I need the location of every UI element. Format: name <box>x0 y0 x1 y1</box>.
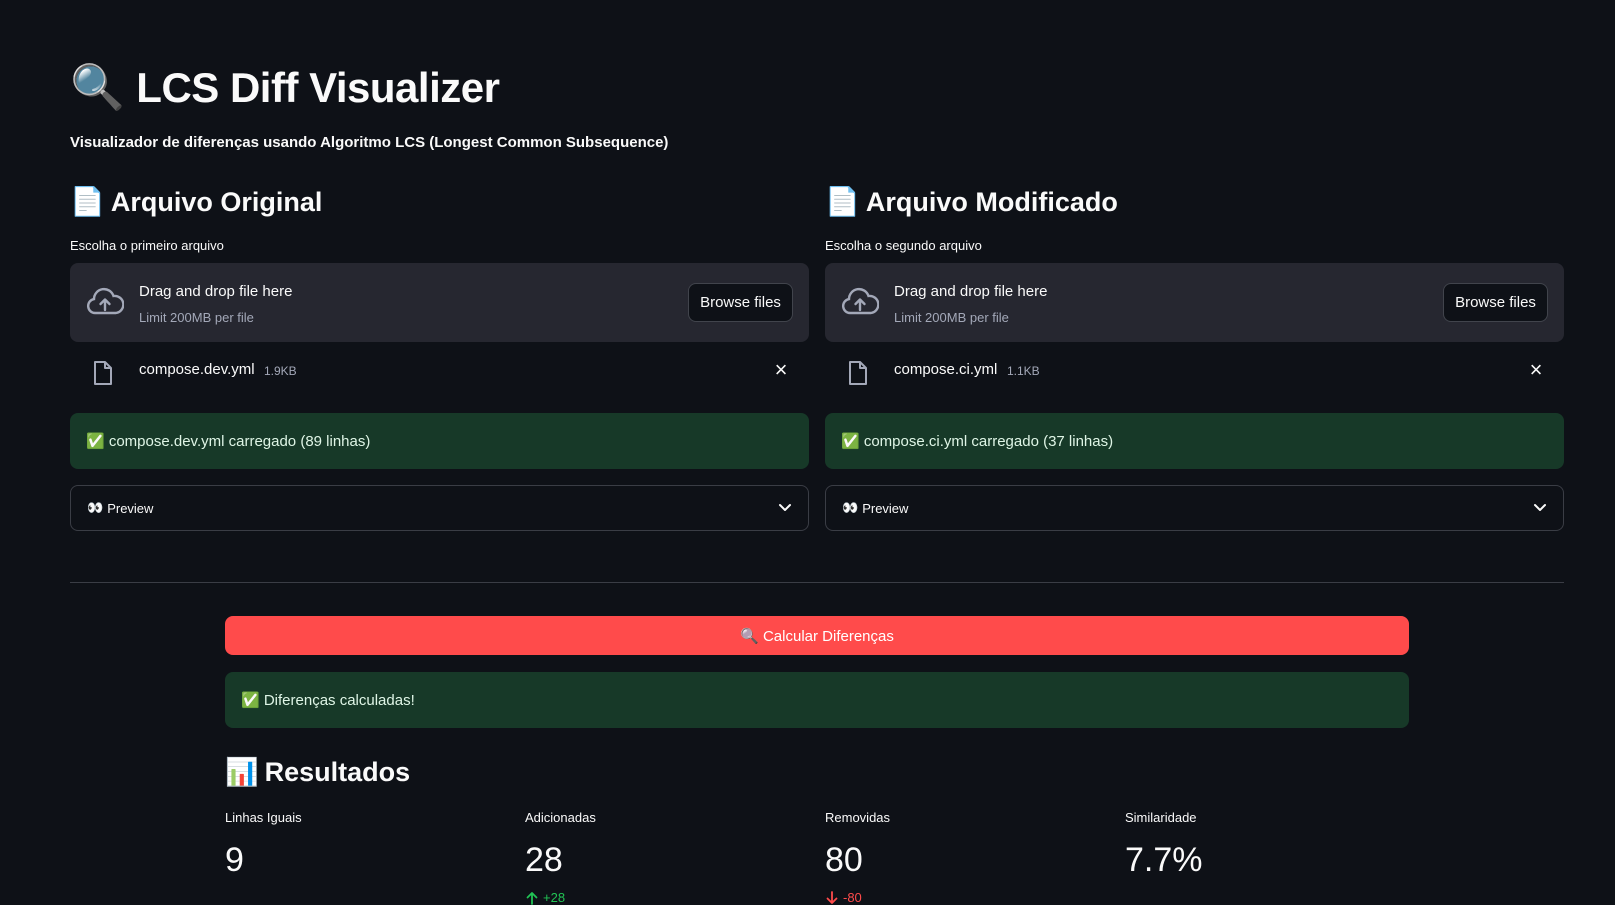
calculated-success-alert: ✅ Diferenças calculadas! <box>225 672 1409 728</box>
page-subtitle: Visualizador de diferenças usando Algori… <box>70 134 669 151</box>
results-heading-text: Resultados <box>264 756 411 787</box>
metric-label: Adicionadas <box>525 810 596 825</box>
modified-drop-limit: Limit 200MB per file <box>894 310 1009 325</box>
modified-preview-text: Preview <box>862 500 909 516</box>
eyes-icon: 👀 <box>842 500 859 515</box>
modified-success-alert: ✅ compose.ci.yml carregado (37 linhas) <box>825 413 1564 469</box>
original-file-name: compose.dev.yml <box>139 361 255 378</box>
original-file-column: 📄 Arquivo Original Escolha o primeiro ar… <box>70 180 809 531</box>
metric-delta: -80 <box>825 890 1105 905</box>
cloud-upload-icon <box>86 287 124 315</box>
metric-similarity: Similaridade 7.7% <box>1125 810 1405 880</box>
metric-label: Similaridade <box>1125 810 1197 825</box>
modified-browse-button[interactable]: Browse files <box>1443 283 1548 322</box>
chevron-down-icon <box>779 504 791 511</box>
original-drop-title: Drag and drop file here <box>139 283 293 300</box>
close-icon[interactable]: × <box>1526 359 1546 381</box>
original-uploader-label: Escolha o primeiro arquivo <box>70 238 224 253</box>
original-preview-label: 👀 Preview <box>87 500 153 516</box>
metric-value: 28 <box>525 841 563 879</box>
modified-uploader-label: Escolha o segundo arquivo <box>825 238 982 253</box>
calculate-differences-button[interactable]: 🔍 Calcular Diferenças <box>225 616 1409 655</box>
modified-drop-title: Drag and drop file here <box>894 283 1048 300</box>
original-heading-text: Arquivo Original <box>110 187 323 217</box>
metric-label: Removidas <box>825 810 891 825</box>
file-icon <box>849 361 867 385</box>
metric-added-lines: Adicionadas 28 +28 <box>525 810 805 905</box>
modified-file-column: 📄 Arquivo Modificado Escolha o segundo a… <box>825 180 1564 531</box>
metric-equal-lines: Linhas Iguais 9 <box>225 810 505 880</box>
original-uploaded-file: compose.dev.yml 1.9KB × <box>70 342 809 404</box>
modified-heading: 📄 Arquivo Modificado <box>825 180 1564 224</box>
original-preview-text: Preview <box>107 500 154 516</box>
original-file-size: 1.9KB <box>264 364 297 378</box>
metric-delta-text: -80 <box>843 890 862 905</box>
cloud-upload-icon <box>841 287 879 315</box>
section-divider <box>70 582 1564 583</box>
original-success-alert: ✅ compose.dev.yml carregado (89 linhas) <box>70 413 809 469</box>
eyes-icon: 👀 <box>87 500 104 515</box>
arrow-down-icon <box>826 890 838 904</box>
original-drop-limit: Limit 200MB per file <box>139 310 254 325</box>
bar-chart-icon: 📊 <box>225 757 259 787</box>
metric-value: 80 <box>825 841 863 879</box>
metric-delta: +28 <box>525 890 805 905</box>
metric-label: Linhas Iguais <box>225 810 302 825</box>
modified-preview-label: 👀 Preview <box>842 500 908 516</box>
metric-value: 7.7% <box>1125 841 1203 879</box>
modified-file-size: 1.1KB <box>1007 364 1040 378</box>
file-icon <box>94 361 112 385</box>
modified-dropzone[interactable]: Drag and drop file here Limit 200MB per … <box>825 263 1564 342</box>
modified-file-name: compose.ci.yml <box>894 361 998 378</box>
metric-removed-lines: Removidas 80 -80 <box>825 810 1105 905</box>
original-browse-button[interactable]: Browse files <box>688 283 793 322</box>
modified-preview-expander[interactable]: 👀 Preview <box>825 485 1564 531</box>
chevron-down-icon <box>1534 504 1546 511</box>
page-title-text: LCS Diff Visualizer <box>136 64 500 111</box>
original-heading: 📄 Arquivo Original <box>70 180 809 224</box>
page-title: 🔍 LCS Diff Visualizer <box>70 58 500 118</box>
metric-delta-text: +28 <box>543 890 566 905</box>
modified-uploaded-file: compose.ci.yml 1.1KB × <box>825 342 1564 404</box>
results-heading: 📊 Resultados <box>225 752 410 792</box>
arrow-up-icon <box>526 891 538 905</box>
close-icon[interactable]: × <box>771 359 791 381</box>
document-icon: 📄 <box>825 186 860 217</box>
document-icon: 📄 <box>70 186 105 217</box>
original-dropzone[interactable]: Drag and drop file here Limit 200MB per … <box>70 263 809 342</box>
metric-value: 9 <box>225 841 244 879</box>
original-preview-expander[interactable]: 👀 Preview <box>70 485 809 531</box>
modified-heading-text: Arquivo Modificado <box>865 187 1118 217</box>
app-page: 🔍 LCS Diff Visualizer Visualizador de di… <box>0 0 1615 905</box>
magnifier-icon: 🔍 <box>70 63 125 112</box>
